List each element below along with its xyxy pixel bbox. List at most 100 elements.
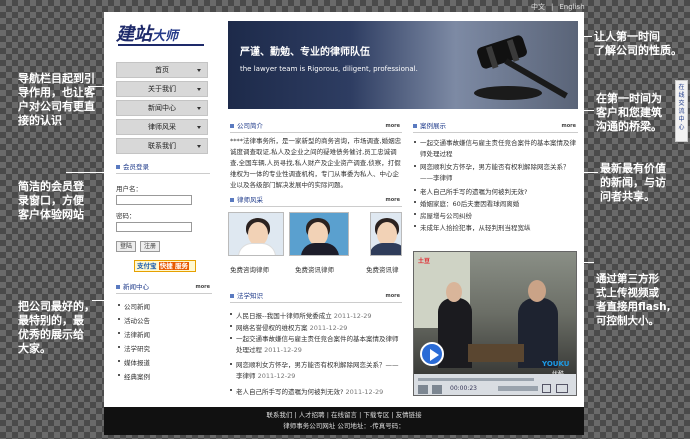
list-item[interactable]: 房屋增与公司纠纷 [414,210,472,220]
logo-text-b: 大师 [152,29,179,44]
annotation-video: 通过第三方形 式上传视频或 者直接用flash, 可控制大小。 [596,272,671,328]
annotation-news: 把公司最好的， 最特别的，最 优秀的展示给 大家。 [18,300,95,356]
register-button[interactable]: 注册 [140,241,160,252]
site-footer: 联系我们 | 人才招聘 | 在线留言 | 下载专区 | 友情链接 律师事务公司网… [104,407,584,435]
nav-item-about[interactable]: 关于我们 [116,81,208,97]
list-item[interactable]: 法律新闻 [118,329,150,339]
news-center-more-link[interactable]: more [195,282,210,293]
list-item[interactable]: 老人自己所手写的遗嘱为何被判无效? 2011-12-29 [229,386,383,396]
footer-link-message[interactable]: 在线留言 [331,411,357,419]
list-item[interactable]: 活动公告 [118,315,150,325]
item-title: 一起交通事故嫌信与雇主责任竞合案件的基本案情及律师处理过程 [236,335,399,354]
login-header: 会员登录 [116,162,210,174]
law-more-link[interactable]: more [385,291,400,302]
nav-item-contact[interactable]: 联系我们 [116,138,208,154]
online-chat-tab[interactable]: 在 线 交 流 中 心 [675,80,688,142]
chevron-down-icon [197,69,201,72]
intro-title: 公司简介 [237,122,263,130]
body-shape [301,243,339,255]
video-controls: 00:00:23 [414,374,576,395]
lawyers-title: 律师风采 [237,196,263,204]
item-title: 网络名誉侵权的维权方案 [236,324,308,332]
lawyers-header: 律师风采 more [230,195,402,207]
lawyers-more-link[interactable]: more [385,195,400,206]
video-time: 00:00:23 [450,385,477,392]
nav-label: 首页 [155,66,169,74]
site-logo[interactable]: 建站大师 [116,20,206,46]
bullet-icon [116,165,120,169]
person-right-shape [518,298,558,368]
lawyer-caption[interactable]: 免费咨询律师 [230,264,269,274]
gavel-icon [474,35,568,100]
list-item[interactable]: 人民日报--我国十律师所党委成立 2011-12-29 [230,310,372,320]
footer-link-download[interactable]: 下载专区 [363,411,389,419]
stop-icon[interactable] [432,385,442,394]
nav-label: 联系我们 [148,142,176,150]
fullscreen-icon[interactable] [556,384,568,393]
lawyer-caption[interactable]: 免费资讯律 [366,264,399,274]
footer-link-friends[interactable]: 友情链接 [396,411,422,419]
list-item[interactable]: 网恋顺利女方怀孕，男方能否有权利解除网恋关系？——李律师 [414,162,578,184]
logo-underline [118,44,204,46]
list-item[interactable]: 媒体报道 [118,357,150,367]
list-item[interactable]: 老人自己所手写的遗嘱为何被判无效? [413,186,527,196]
annotation-nav: 导航栏目起到引 导作用，也让客 户对公司有更直 接的认识 [18,72,95,128]
play-button[interactable] [420,342,444,366]
password-input[interactable] [116,222,192,232]
list-item[interactable]: 未成年人拾捡犯事，从轻判刑当程宽纵 [414,222,531,232]
lang-en-link[interactable]: English [559,3,584,11]
list-item[interactable]: 婚姻家庭：60后夫妻因看球闹离婚 [413,198,519,208]
list-item[interactable]: 一起交通事故嫌信与雇主责任竞合案件的基本案情及律师处理过程 [414,138,578,160]
lawyer-photo[interactable] [370,212,402,256]
body-shape [371,243,401,255]
intro-more-link[interactable]: more [385,121,400,132]
bullet-icon [413,124,417,128]
list-item[interactable]: 网络名誉侵权的维权方案 2011-12-29 [229,322,347,332]
video-player[interactable]: 土豆 YOUKU 优酷 00:00:23 [413,251,577,396]
username-input[interactable] [116,195,192,205]
tudou-watermark: 土豆 [418,258,431,265]
item-title: 老人自己所手写的遗嘱为何被判无效? [236,388,344,396]
pause-icon[interactable] [418,385,428,394]
law-knowledge-header: 法学知识 more [230,291,402,303]
cases-more-link[interactable]: more [561,121,576,132]
body-shape [238,243,276,255]
settings-icon[interactable] [542,384,551,393]
list-item[interactable]: 一起交通事故嫌信与雇主责任竞合案件的基本案情及律师处理过程 2011-12-29 [230,334,404,356]
lawyer-caption[interactable]: 免费资讯律师 [295,264,334,274]
annotation-cases: 在第一时间为 客户和您建筑 沟通的桥梁。 [596,92,662,134]
nav-item-news[interactable]: 新闻中心 [116,100,208,116]
bullet-icon [230,198,234,202]
desk-shape [468,344,524,362]
username-label: 用户名： [116,185,142,193]
volume-slider[interactable] [498,386,538,391]
list-item[interactable]: 法学研究 [118,343,150,353]
annotation-nav-text: 导航栏目起到引 导作用，也让客 户对公司有更直 接的认识 [18,72,95,127]
lang-zh-link[interactable]: 中文 [531,3,545,11]
law-knowledge-title: 法学知识 [237,292,263,300]
nav-label: 关于我们 [148,85,176,93]
item-title: 人民日报--我国十律师所党委成立 [236,312,332,320]
person-left-face [446,282,462,302]
bullet-icon [116,285,120,289]
lawyer-photo[interactable] [289,212,349,256]
lawyer-photo[interactable] [228,212,284,256]
online-chat-tab-label: 在 线 交 流 中 心 [678,84,685,131]
language-switch: 中文 | English [528,2,588,12]
login-button[interactable]: 登陆 [116,241,136,252]
annotation-video-text: 通过第三方形 式上传视频或 者直接用flash, 可控制大小。 [596,273,671,327]
footer-link-contact[interactable]: 联系我们 [266,411,292,419]
list-item[interactable]: 经典案例 [118,371,150,381]
video-progress-track[interactable] [418,378,534,381]
alipay-banner[interactable]: 支付宝 快捷 服务 [134,260,196,272]
nav-item-home[interactable]: 首页 [116,62,208,78]
nav-item-lawyers[interactable]: 律师风采 [116,119,208,135]
footer-link-jobs[interactable]: 人才招聘 [299,411,325,419]
list-item[interactable]: 公司新闻 [118,301,150,311]
intro-text: ****法律事务所，是一家新型的商务咨询，市场调查,婚姻忠诚度调查取证,私人及企… [230,137,402,189]
annotation-login-text: 简洁的会员登 录窗口，方便 客户体验网站 [18,180,84,221]
chevron-down-icon [197,145,201,148]
item-date: 2011-12-29 [257,372,296,380]
annotation-banner-text: 让人第一时间 了解公司的性质。 [594,30,682,57]
list-item[interactable]: 网恋顺利女方怀孕，男方能否有权利解除网恋关系？——李律师 2011-12-29 [230,360,404,382]
